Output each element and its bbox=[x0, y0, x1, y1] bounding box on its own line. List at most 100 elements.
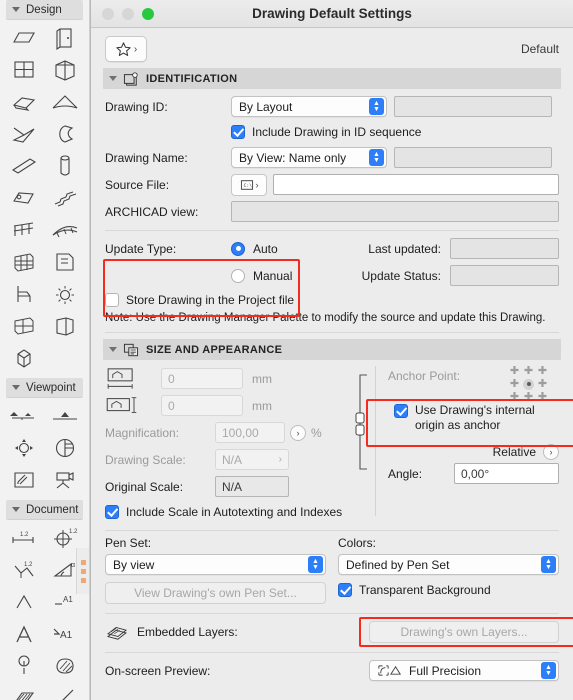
minimize-icon[interactable] bbox=[122, 7, 134, 20]
tool-zone[interactable] bbox=[4, 183, 45, 213]
tool-detail[interactable] bbox=[4, 433, 45, 463]
tool-mesh[interactable] bbox=[4, 119, 45, 149]
radio-auto-group[interactable]: Auto bbox=[231, 241, 341, 256]
toolbar-panel-header-design[interactable]: Design bbox=[6, 0, 83, 20]
drawing-id-text-field[interactable] bbox=[394, 96, 552, 117]
drawing-name-text-field[interactable] bbox=[394, 147, 552, 168]
magnification-field[interactable]: 100,00 bbox=[215, 422, 285, 443]
tool-curtain-wall[interactable] bbox=[45, 55, 86, 85]
size-appearance-icon bbox=[123, 343, 139, 357]
tool-elevation[interactable] bbox=[45, 401, 86, 431]
anchor-center[interactable] bbox=[522, 378, 535, 390]
tool-wall-opening[interactable] bbox=[45, 311, 86, 341]
tool-fill[interactable] bbox=[45, 651, 86, 681]
tool-beam[interactable] bbox=[4, 151, 45, 181]
tool-slab[interactable] bbox=[4, 23, 45, 53]
tool-section[interactable] bbox=[4, 401, 45, 431]
drawing-width-field[interactable]: 0 bbox=[161, 368, 243, 389]
anchor-middle-right[interactable]: ✚ bbox=[536, 378, 549, 390]
tool-roof[interactable] bbox=[4, 87, 45, 117]
anchor-point-grid[interactable]: ✚ ✚ ✚ ✚ ✚ ✚ ✚ ✚ bbox=[508, 365, 549, 403]
tool-skylight[interactable] bbox=[4, 311, 45, 341]
include-scale-checkbox-group[interactable]: Include Scale in Autotexting and Indexes bbox=[105, 505, 342, 519]
tool-door[interactable] bbox=[45, 23, 86, 53]
anchor-bottom-left[interactable]: ✚ bbox=[508, 391, 521, 403]
anchor-top-center[interactable]: ✚ bbox=[522, 365, 535, 377]
radio-manual-group[interactable]: Manual bbox=[231, 268, 341, 283]
tool-line[interactable] bbox=[45, 683, 86, 700]
drawings-own-layers-button[interactable]: Drawing's own Layers... bbox=[369, 621, 559, 643]
tool-window[interactable] bbox=[4, 55, 45, 85]
radio-auto[interactable] bbox=[231, 241, 245, 256]
archicad-view-label: ARCHICAD view: bbox=[105, 204, 199, 219]
relative-row[interactable]: Relative › bbox=[388, 444, 559, 460]
tool-area-dimension[interactable] bbox=[4, 587, 45, 617]
tool-lamp[interactable] bbox=[45, 279, 86, 309]
anchor-bottom-right[interactable]: ✚ bbox=[536, 391, 549, 403]
toolbar-panel-header-document[interactable]: Document bbox=[6, 500, 83, 520]
view-pen-set-button[interactable]: View Drawing's own Pen Set... bbox=[105, 582, 326, 604]
tool-change-marker[interactable] bbox=[4, 465, 45, 495]
relative-stepper-icon[interactable]: › bbox=[543, 444, 559, 460]
tool-box[interactable] bbox=[4, 343, 45, 373]
palette-resize-grip[interactable] bbox=[76, 548, 89, 594]
tool-chair[interactable] bbox=[4, 279, 45, 309]
tool-camera[interactable] bbox=[45, 465, 86, 495]
tool-level-dimension[interactable]: 1.2 bbox=[4, 555, 45, 585]
radio-manual[interactable] bbox=[231, 268, 245, 283]
drawing-scale-field[interactable]: N/A › bbox=[215, 449, 289, 470]
grip-dot bbox=[80, 577, 86, 583]
chevron-updown-icon: ▲ ▼ bbox=[308, 556, 323, 573]
anchor-bottom-center[interactable]: ✚ bbox=[522, 391, 535, 403]
source-file-path-field[interactable] bbox=[273, 174, 559, 195]
source-file-browse-button[interactable]: C:\ › bbox=[231, 173, 267, 196]
drawing-id-select[interactable]: By Layout ▲ ▼ bbox=[231, 96, 387, 117]
tool-stair[interactable] bbox=[45, 183, 86, 213]
favorites-button[interactable]: › bbox=[105, 36, 147, 62]
store-project-checkbox[interactable] bbox=[105, 293, 119, 307]
anchor-top-left[interactable]: ✚ bbox=[508, 365, 521, 377]
drawing-width-unit: mm bbox=[252, 371, 272, 386]
include-scale-checkbox[interactable] bbox=[105, 505, 119, 519]
pen-set-select[interactable]: By view ▲ ▼ bbox=[105, 554, 326, 575]
transparent-bg-checkbox-group[interactable]: Transparent Background bbox=[338, 583, 559, 597]
tool-hatch[interactable] bbox=[4, 683, 45, 700]
magnification-stepper-icon[interactable]: › bbox=[290, 424, 306, 441]
toolbar-panel-header-viewpoint[interactable]: Viewpoint bbox=[6, 378, 83, 398]
drawing-height-field[interactable]: 0 bbox=[161, 395, 243, 416]
include-sequence-checkbox[interactable] bbox=[231, 125, 245, 139]
tool-morph[interactable] bbox=[45, 119, 86, 149]
tool-column[interactable] bbox=[45, 151, 86, 181]
section-header-identification[interactable]: IDENTIFICATION bbox=[103, 68, 561, 89]
tool-railing[interactable] bbox=[4, 215, 45, 245]
default-label: Default bbox=[520, 42, 559, 56]
tool-shell[interactable] bbox=[45, 87, 86, 117]
tool-worksheet[interactable] bbox=[45, 433, 86, 463]
store-project-checkbox-group[interactable]: Store Drawing in the Project file bbox=[105, 293, 294, 307]
anchor-top-right[interactable]: ✚ bbox=[536, 365, 549, 377]
tool-text[interactable] bbox=[4, 619, 45, 649]
tool-curtain-system[interactable] bbox=[45, 215, 86, 245]
anchor-middle-left[interactable]: ✚ bbox=[508, 378, 521, 390]
drawing-name-select[interactable]: By View: Name only ▲ ▼ bbox=[231, 147, 387, 168]
internal-origin-checkbox[interactable] bbox=[394, 404, 408, 418]
tool-dimension[interactable]: 1.2 bbox=[4, 523, 45, 553]
close-icon[interactable] bbox=[102, 7, 114, 20]
app-root: Design Viewpoint Document 1.2 1.2 1.2 α … bbox=[0, 0, 573, 700]
onscreen-preview-select[interactable]: Full Precision ▲ ▼ bbox=[369, 660, 559, 681]
zoom-icon[interactable] bbox=[142, 7, 154, 20]
identification-body: Drawing ID: By Layout ▲ ▼ Include Drawing… bbox=[91, 93, 573, 225]
section-header-size-appearance[interactable]: SIZE AND APPEARANCE bbox=[103, 339, 561, 360]
tool-autotext[interactable]: A1 bbox=[45, 619, 86, 649]
tool-spot[interactable] bbox=[4, 651, 45, 681]
proportional-link-bracket[interactable] bbox=[353, 360, 375, 524]
internal-origin-checkbox-group[interactable]: Use Drawing's internal origin as anchor bbox=[388, 403, 559, 433]
angle-field[interactable]: 0,00° bbox=[454, 463, 559, 484]
chevron-right-icon: › bbox=[133, 43, 138, 55]
tool-object[interactable] bbox=[45, 247, 86, 277]
include-sequence-checkbox-group[interactable]: Include Drawing in ID sequence bbox=[231, 125, 421, 139]
colors-select[interactable]: Defined by Pen Set ▲ ▼ bbox=[338, 554, 559, 575]
tool-grid[interactable] bbox=[4, 247, 45, 277]
transparent-bg-checkbox[interactable] bbox=[338, 583, 352, 597]
size-left-column: 0 mm 0 mm Magnification: 100,00 › % Draw… bbox=[105, 360, 353, 524]
